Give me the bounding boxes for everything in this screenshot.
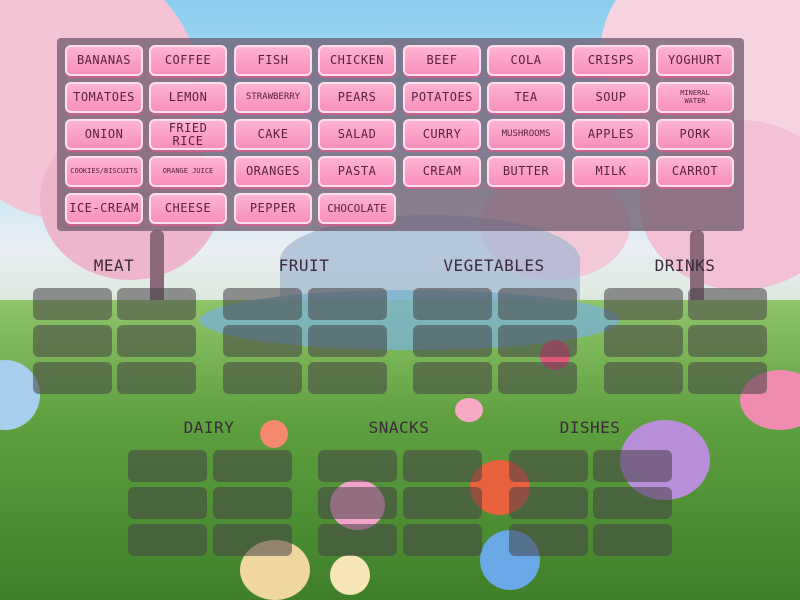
word-tile[interactable]: PORK (656, 119, 734, 150)
drop-slot-dairy[interactable] (213, 524, 292, 556)
drop-slot-drinks[interactable] (688, 288, 767, 320)
word-tile[interactable]: PEARS (318, 82, 396, 113)
word-tile[interactable]: FISH (234, 45, 312, 76)
word-tile[interactable]: ICE-CREAM (65, 193, 143, 224)
word-tile[interactable]: PEPPER (234, 193, 312, 224)
category-title-snacks: SNACKS (368, 418, 430, 437)
word-bank-panel: BANANAS COFFEE FISH CHICKEN BEEF COLA CR… (57, 38, 744, 231)
drop-slot-vegetables[interactable] (413, 288, 492, 320)
word-tile[interactable]: STRAWBERRY (234, 82, 312, 113)
drop-slot-dairy[interactable] (128, 450, 207, 482)
drop-slot-fruit[interactable] (308, 325, 387, 357)
drop-slot-snacks[interactable] (318, 487, 397, 519)
word-tile[interactable]: MILK (572, 156, 650, 187)
word-tile[interactable]: APPLES (572, 119, 650, 150)
drop-slot-fruit[interactable] (223, 362, 302, 394)
word-tile[interactable]: CHICKEN (318, 45, 396, 76)
drop-slot-dairy[interactable] (128, 487, 207, 519)
word-tile[interactable]: COLA (487, 45, 565, 76)
drop-slot-dairy[interactable] (213, 487, 292, 519)
word-tile[interactable]: CRISPS (572, 45, 650, 76)
word-tile[interactable]: TEA (487, 82, 565, 113)
word-tile[interactable]: YOGHURT (656, 45, 734, 76)
word-tile[interactable]: TOMATOES (65, 82, 143, 113)
drop-slot-snacks[interactable] (403, 487, 482, 519)
drop-slot-meat[interactable] (33, 362, 112, 394)
word-tile[interactable]: COOKIES/BISCUITS (65, 156, 143, 187)
word-tile[interactable]: BUTTER (487, 156, 565, 187)
word-tile[interactable]: BANANAS (65, 45, 143, 76)
drop-slot-vegetables[interactable] (498, 288, 577, 320)
drop-slot-dishes[interactable] (509, 524, 588, 556)
drop-slot-fruit[interactable] (308, 288, 387, 320)
word-tile[interactable]: ONION (65, 119, 143, 150)
drop-slot-fruit[interactable] (223, 288, 302, 320)
drop-slot-meat[interactable] (33, 288, 112, 320)
drop-slot-snacks[interactable] (403, 524, 482, 556)
drop-slot-drinks[interactable] (604, 288, 683, 320)
category-title-meat: MEAT (93, 256, 135, 275)
word-tile[interactable]: POTATOES (403, 82, 481, 113)
word-tile[interactable]: ORANGES (234, 156, 312, 187)
word-tile[interactable]: CHOCOLATE (318, 193, 396, 224)
drop-slot-fruit[interactable] (308, 362, 387, 394)
word-tile[interactable]: COFFEE (149, 45, 227, 76)
category-title-drinks: DRINKS (654, 256, 716, 275)
drop-slot-dishes[interactable] (593, 487, 672, 519)
word-tile[interactable]: SALAD (318, 119, 396, 150)
drop-slot-vegetables[interactable] (413, 325, 492, 357)
word-tile[interactable]: PASTA (318, 156, 396, 187)
drop-slot-meat[interactable] (117, 288, 196, 320)
drop-slot-vegetables[interactable] (498, 362, 577, 394)
drop-slot-vegetables[interactable] (413, 362, 492, 394)
drop-slot-drinks[interactable] (688, 362, 767, 394)
category-title-dishes: DISHES (559, 418, 621, 437)
drop-slot-dishes[interactable] (509, 487, 588, 519)
word-tile[interactable]: CAKE (234, 119, 312, 150)
category-title-dairy: DAIRY (183, 418, 235, 437)
category-title-vegetables: VEGETABLES (443, 256, 545, 275)
drop-slot-meat[interactable] (117, 325, 196, 357)
word-tile[interactable]: CARROT (656, 156, 734, 187)
drop-slot-meat[interactable] (117, 362, 196, 394)
word-tile[interactable]: FRIED RICE (149, 119, 227, 150)
drop-slot-fruit[interactable] (223, 325, 302, 357)
drop-slot-drinks[interactable] (604, 325, 683, 357)
word-tile[interactable]: SOUP (572, 82, 650, 113)
flower-decoration (330, 555, 370, 595)
drop-slot-dairy[interactable] (128, 524, 207, 556)
word-tile[interactable]: ORANGE JUICE (149, 156, 227, 187)
drop-slot-dishes[interactable] (509, 450, 588, 482)
word-tile[interactable]: MUSHROOMS (487, 119, 565, 150)
word-tile[interactable]: CURRY (403, 119, 481, 150)
word-tile[interactable]: LEMON (149, 82, 227, 113)
word-tile[interactable]: MINERAL WATER (656, 82, 734, 113)
drop-slot-snacks[interactable] (318, 450, 397, 482)
drop-slot-meat[interactable] (33, 325, 112, 357)
drop-slot-drinks[interactable] (688, 325, 767, 357)
drop-slot-snacks[interactable] (318, 524, 397, 556)
drop-slot-snacks[interactable] (403, 450, 482, 482)
drop-slot-dishes[interactable] (593, 450, 672, 482)
word-tile[interactable]: CREAM (403, 156, 481, 187)
drop-slot-dishes[interactable] (593, 524, 672, 556)
drop-slot-drinks[interactable] (604, 362, 683, 394)
drop-slot-vegetables[interactable] (498, 325, 577, 357)
category-title-fruit: FRUIT (278, 256, 330, 275)
word-tile[interactable]: BEEF (403, 45, 481, 76)
drop-slot-dairy[interactable] (213, 450, 292, 482)
word-tile[interactable]: CHEESE (149, 193, 227, 224)
